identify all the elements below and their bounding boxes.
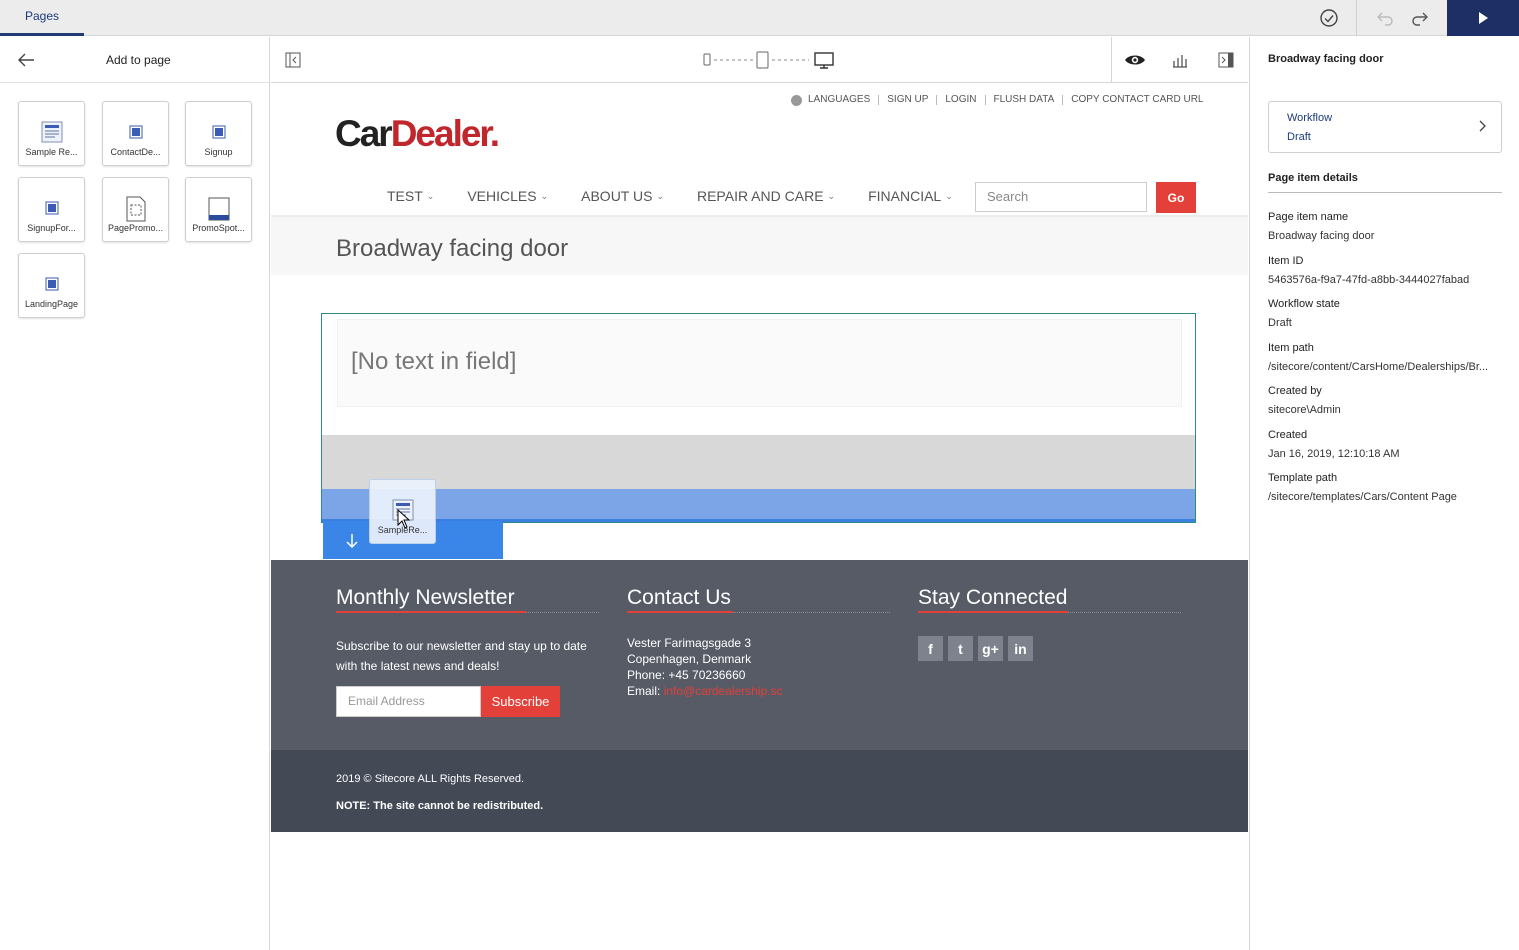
nav-financial[interactable]: FINANCIAL ⌄	[868, 188, 953, 204]
page-placeholder-icon	[126, 196, 145, 222]
link-languages[interactable]: LANGUAGES	[804, 95, 878, 105]
top-bar: Pages	[0, 0, 1519, 36]
component-page-promo[interactable]: PagePromo...	[102, 177, 169, 242]
page-editor-app: Pages Add to page Sample Re... ContactDe…	[0, 0, 1519, 950]
site-search-input[interactable]: Search	[975, 182, 1147, 212]
promo-icon	[208, 197, 229, 221]
drop-target-highlight[interactable]	[322, 489, 1195, 522]
page-item-details-heading: Page item details	[1268, 172, 1502, 193]
undo-icon[interactable]	[1372, 0, 1398, 36]
search-go-button[interactable]: Go	[1156, 182, 1196, 213]
detail-created-by: Created by sitecore\Admin	[1268, 385, 1341, 416]
utility-links: LANGUAGES SIGN UP LOGIN FLUSH DATA COPY …	[791, 93, 1212, 107]
page-canvas: LANGUAGES SIGN UP LOGIN FLUSH DATA COPY …	[271, 83, 1248, 950]
footer-social: Stay Connected f t g+ in	[918, 586, 1181, 661]
component-icon	[212, 125, 225, 139]
connected-title: Stay Connected	[918, 586, 1068, 609]
nav-about-us[interactable]: ABOUT US ⌄	[581, 188, 664, 204]
component-icon	[45, 277, 58, 291]
linkedin-icon[interactable]: in	[1008, 636, 1033, 661]
publish-button[interactable]	[1447, 0, 1519, 36]
chevron-down-icon: ⌄	[827, 190, 836, 201]
arrow-down-icon	[346, 534, 358, 549]
detail-workflow-state: Workflow state Draft	[1268, 298, 1340, 329]
item-details-panel: Broadway facing door Workflow Draft Page…	[1249, 37, 1519, 950]
link-flush-data[interactable]: FLUSH DATA	[984, 95, 1063, 105]
contact-details: Vester Farimagsgade 3 Copenhagen, Denmar…	[627, 636, 783, 698]
toggle-right-panel-icon[interactable]	[1216, 37, 1236, 82]
component-sample-rendering[interactable]: Sample Re...	[18, 101, 85, 166]
nav-vehicles[interactable]: VEHICLES ⌄	[467, 188, 548, 204]
detail-page-item-name: Page item name Broadway facing door	[1268, 211, 1375, 242]
tab-pages[interactable]: Pages	[0, 0, 84, 36]
chevron-down-icon: ⌄	[656, 190, 664, 201]
device-size-slider[interactable]	[691, 37, 841, 82]
main-navigation: TEST ⌄ VEHICLES ⌄ ABOUT US ⌄ REPAIR AND CAR…	[387, 188, 986, 204]
link-login[interactable]: LOGIN	[936, 95, 984, 105]
item-title: Broadway facing door	[1268, 53, 1384, 65]
facebook-icon[interactable]: f	[918, 636, 943, 661]
chevron-down-icon: ⌄	[540, 190, 549, 201]
component-icon	[45, 201, 58, 215]
component-icon	[129, 125, 142, 139]
preview-eye-icon[interactable]	[1123, 37, 1147, 82]
canvas-toolbar	[271, 37, 1248, 83]
detail-item-path: Item path/sitecore/content/CarsHome/Deal…	[1268, 341, 1489, 373]
rendering-icon	[41, 121, 62, 143]
chevron-down-icon: ⌄	[426, 190, 435, 201]
copyright-text: 2019 © Sitecore ALL Rights Reserved.	[336, 773, 525, 785]
redistribution-note: NOTE: The site cannot be redistributed.	[336, 800, 544, 812]
component-signup-form[interactable]: SignupFor...	[18, 177, 85, 242]
globe-icon	[791, 94, 802, 106]
content-placeholder[interactable]: [No text in field]	[321, 313, 1196, 523]
subscribe-button[interactable]: Subscribe	[481, 686, 560, 717]
page-title-band: Broadway facing door	[271, 217, 1248, 275]
nav-test[interactable]: TEST ⌄	[387, 188, 434, 204]
page-title[interactable]: Broadway facing door	[336, 235, 568, 263]
detail-template-path: Template path/sitecore/templates/Cars/Co…	[1268, 472, 1457, 503]
site-logo[interactable]: CarDealer.	[335, 113, 500, 155]
drop-zone[interactable]	[322, 435, 1195, 489]
contact-email-link[interactable]: info@cardealership.sc	[664, 684, 783, 698]
redo-icon[interactable]	[1407, 0, 1433, 36]
newsletter-title: Monthly Newsletter	[336, 586, 515, 609]
chevron-right-icon	[1479, 120, 1486, 132]
newsletter-text: Subscribe to our newsletter and stay up …	[336, 639, 587, 673]
nav-repair-and-care[interactable]: REPAIR AND CARE ⌄	[697, 188, 835, 204]
play-icon	[1479, 12, 1488, 24]
copyright-band: 2019 © Sitecore ALL Rights Reserved. NOT…	[271, 750, 1248, 832]
link-sign-up[interactable]: SIGN UP	[878, 95, 936, 105]
footer-contact: Contact Us Vester Farimagsgade 3 Copenha…	[627, 586, 890, 699]
empty-text-field[interactable]: [No text in field]	[337, 319, 1182, 407]
collapse-left-panel-icon[interactable]	[283, 37, 303, 82]
add-to-page-panel: Add to page Sample Re... ContactDe... Si…	[0, 37, 270, 950]
left-panel-header: Add to page	[0, 37, 269, 83]
component-promo-spot[interactable]: PromoSpot...	[185, 177, 252, 242]
contact-title: Contact Us	[627, 586, 731, 609]
site-footer: Monthly Newsletter Subscribe to our news…	[271, 560, 1248, 750]
detail-item-id: Item ID 5463576a-f9a7-47fd-a8bb-3444027fa…	[1268, 254, 1470, 286]
page-item-details: Page item name Broadway facing door Item …	[1268, 210, 1502, 515]
component-landing-page[interactable]: LandingPage	[18, 253, 85, 318]
component-signup[interactable]: Signup	[185, 101, 252, 166]
link-copy-contact-card-url[interactable]: COPY CONTACT CARD URL	[1062, 95, 1211, 105]
detail-created: Created Jan 16, 2019, 12:10:18 AM	[1268, 428, 1400, 460]
newsletter-email-input[interactable]: Email Address	[336, 686, 481, 717]
footer-newsletter: Monthly Newsletter Subscribe to our news…	[336, 586, 599, 676]
validate-check-icon[interactable]	[1314, 0, 1344, 36]
twitter-icon[interactable]: t	[948, 636, 973, 661]
workflow-button[interactable]: Workflow Draft	[1268, 101, 1502, 153]
back-arrow-icon[interactable]	[16, 51, 38, 69]
google-plus-icon[interactable]: g+	[978, 636, 1003, 661]
left-panel-title: Add to page	[106, 53, 171, 67]
analytics-chart-icon[interactable]	[1169, 37, 1191, 82]
mouse-cursor-icon	[397, 509, 411, 529]
chevron-down-icon: ⌄	[945, 190, 953, 201]
component-contact-details[interactable]: ContactDe...	[102, 101, 169, 166]
